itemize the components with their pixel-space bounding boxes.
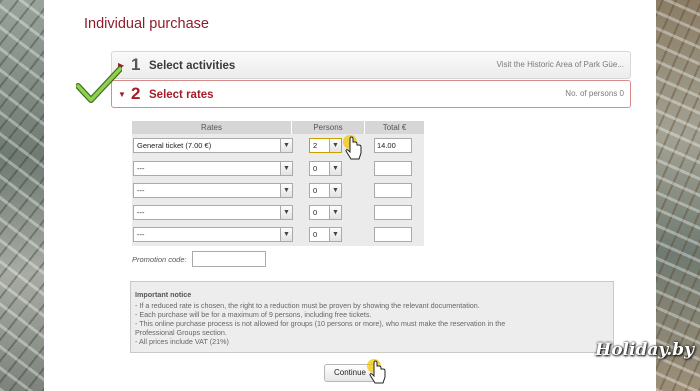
- step-select-activities[interactable]: ▶ 1 Select activities Visit the Historic…: [111, 51, 631, 79]
- dropdown-arrow-icon[interactable]: ▼: [329, 206, 341, 219]
- persons-select[interactable]: 0 ▼: [309, 205, 342, 220]
- rate-select[interactable]: --- ▼: [133, 161, 293, 176]
- persons-select[interactable]: 0 ▼: [309, 227, 342, 242]
- total-field: 14.00: [374, 138, 412, 153]
- important-notice: Important notice - If a reduced rate is …: [130, 281, 614, 353]
- persons-select-value: 0: [313, 208, 318, 217]
- rate-select-value: ---: [137, 230, 145, 239]
- rate-select-value: General ticket (7.00 €): [137, 141, 212, 150]
- dropdown-arrow-icon[interactable]: ▼: [329, 139, 341, 152]
- total-field: [374, 227, 412, 242]
- notice-title: Important notice: [135, 290, 192, 299]
- persons-select-value: 0: [313, 230, 318, 239]
- rate-select[interactable]: --- ▼: [133, 183, 293, 198]
- step-info: No. of persons 0: [565, 89, 624, 98]
- persons-select[interactable]: 0 ▼: [309, 161, 342, 176]
- notice-line: Professional Groups section.: [135, 328, 227, 337]
- green-checkmark-icon: [76, 66, 122, 103]
- total-field: [374, 183, 412, 198]
- step-info: Visit the Historic Area of Park Güe...: [496, 60, 624, 69]
- persons-select[interactable]: 2 ▼: [309, 138, 342, 153]
- rates-header: Rates: [132, 121, 291, 134]
- step-number: 2: [131, 84, 141, 103]
- rate-select[interactable]: General ticket (7.00 €) ▼: [133, 138, 293, 153]
- dropdown-arrow-icon[interactable]: ▼: [329, 228, 341, 241]
- hand-pointer-icon: [343, 135, 362, 160]
- notice-line: - Each purchase will be for a maximum of…: [135, 310, 372, 319]
- total-field: [374, 205, 412, 220]
- rate-select[interactable]: --- ▼: [133, 227, 293, 242]
- hand-pointer-icon: [367, 359, 386, 384]
- page-title: Individual purchase: [84, 16, 209, 32]
- notice-line: - If a reduced rate is chosen, the right…: [135, 301, 480, 310]
- persons-select-value: 0: [313, 164, 318, 173]
- persons-header: Persons: [292, 121, 364, 134]
- total-header: Total €: [365, 121, 424, 134]
- purchase-panel: Individual purchase ▶ 1 Select activitie…: [44, 0, 656, 391]
- dropdown-arrow-icon[interactable]: ▼: [280, 162, 292, 175]
- dropdown-arrow-icon[interactable]: ▼: [280, 184, 292, 197]
- dropdown-arrow-icon[interactable]: ▼: [280, 228, 292, 241]
- notice-line: - This online purchase process is not al…: [135, 319, 506, 328]
- notice-line: - All prices include VAT (21%): [135, 337, 229, 346]
- persons-select-value: 2: [313, 141, 318, 150]
- dropdown-arrow-icon[interactable]: ▼: [329, 184, 341, 197]
- dropdown-arrow-icon[interactable]: ▼: [329, 162, 341, 175]
- rate-select-value: ---: [137, 164, 145, 173]
- mosaic-background-left: [0, 0, 44, 391]
- holiday-watermark-logo: Holiday.by: [595, 340, 694, 360]
- persons-select[interactable]: 0 ▼: [309, 183, 342, 198]
- rate-select[interactable]: --- ▼: [133, 205, 293, 220]
- total-field: [374, 161, 412, 176]
- promotion-code-label: Promotion code:: [132, 255, 187, 264]
- rate-select-value: ---: [137, 186, 145, 195]
- step-number: 1: [131, 55, 141, 74]
- step-select-rates[interactable]: ▼ 2 Select rates No. of persons 0: [111, 80, 631, 108]
- mosaic-background-right: [656, 0, 700, 391]
- dropdown-arrow-icon[interactable]: ▼: [280, 206, 292, 219]
- promotion-code-input[interactable]: [192, 251, 266, 267]
- persons-select-value: 0: [313, 186, 318, 195]
- step-title: Select activities: [149, 60, 236, 72]
- rate-select-value: ---: [137, 208, 145, 217]
- dropdown-arrow-icon[interactable]: ▼: [280, 139, 292, 152]
- step-title: Select rates: [149, 89, 214, 101]
